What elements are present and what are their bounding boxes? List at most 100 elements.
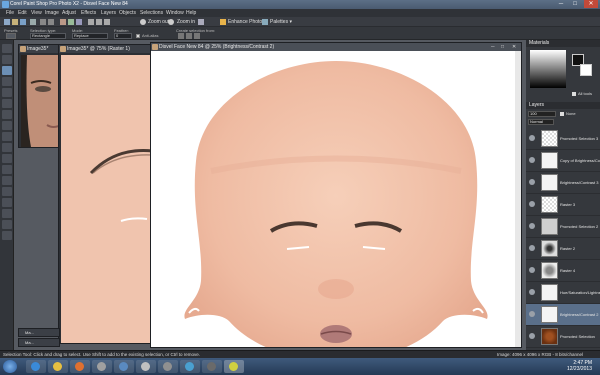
rotate-icon[interactable]: [104, 19, 110, 25]
clone-tool-icon[interactable]: [2, 121, 12, 130]
all-tools-checkbox[interactable]: [572, 92, 576, 96]
opacity-input[interactable]: 100: [528, 111, 556, 117]
mode-select[interactable]: Replace: [72, 33, 108, 39]
layer-item[interactable]: Promoted Selection 3: [526, 128, 600, 150]
eye-icon[interactable]: [529, 135, 535, 141]
layer-item[interactable]: Raster 3: [526, 194, 600, 216]
eye-icon[interactable]: [529, 267, 535, 273]
selection-type-select[interactable]: Rectangle: [30, 33, 66, 39]
taskbar-ie[interactable]: [26, 360, 46, 373]
airbrush-tool-icon[interactable]: [2, 143, 12, 152]
layer-item[interactable]: Promoted Selection 2: [526, 216, 600, 238]
redo-icon[interactable]: [48, 19, 54, 25]
color-picker-gradient[interactable]: [530, 50, 566, 88]
eye-icon[interactable]: [529, 179, 535, 185]
shape-tool-icon[interactable]: [2, 198, 12, 207]
menu-adjust[interactable]: Adjust: [62, 10, 76, 16]
crop-tool-icon[interactable]: [2, 88, 12, 97]
enhance-photo-icon[interactable]: [220, 19, 226, 25]
zoom-out-icon[interactable]: [140, 19, 146, 25]
zoom-in-icon[interactable]: [168, 19, 174, 25]
menu-layers[interactable]: Layers: [101, 10, 116, 16]
eye-icon[interactable]: [529, 245, 535, 251]
feather-input[interactable]: 0: [114, 33, 132, 39]
view-icon[interactable]: [198, 19, 204, 25]
cut-icon[interactable]: [60, 19, 66, 25]
eye-icon[interactable]: [529, 311, 535, 317]
background-color-swatch[interactable]: [580, 64, 592, 76]
layer-item[interactable]: Promoted Selection: [526, 326, 600, 348]
layer-item[interactable]: Copy of Brightness/Contrast: [526, 150, 600, 172]
eye-icon[interactable]: [529, 333, 535, 339]
menu-help[interactable]: Help: [186, 10, 196, 16]
blend-mode-select[interactable]: Normal: [528, 119, 554, 125]
menu-file[interactable]: File: [6, 10, 14, 16]
selection-from-canvas-icon[interactable]: [186, 33, 192, 39]
layer-item[interactable]: Brightness/Contrast 3: [526, 172, 600, 194]
new-icon[interactable]: [4, 19, 10, 25]
paint-brush-tool-icon[interactable]: [2, 132, 12, 141]
selection-from-all-icon[interactable]: [194, 33, 200, 39]
taskbar-app[interactable]: [202, 360, 222, 373]
taskbar-paintshop[interactable]: [224, 360, 244, 373]
zoom-out-button[interactable]: Zoom out: [148, 19, 169, 25]
maximize-button[interactable]: □: [568, 0, 582, 8]
print-icon[interactable]: [30, 19, 36, 25]
enhance-photo-button[interactable]: Enhance Photo ▾: [228, 19, 266, 25]
selection-tool-icon[interactable]: [2, 66, 12, 75]
save-icon[interactable]: [20, 19, 26, 25]
red-eye-tool-icon[interactable]: [2, 110, 12, 119]
taskbar-firefox[interactable]: [70, 360, 90, 373]
eye-icon[interactable]: [529, 223, 535, 229]
image-window-main[interactable]: Disvel Face New 84 @ 25% (Brightness/Con…: [150, 42, 522, 348]
menu-effects[interactable]: Effects: [81, 10, 96, 16]
copy-icon[interactable]: [68, 19, 74, 25]
menu-view[interactable]: View: [31, 10, 42, 16]
minimize-button[interactable]: ─: [554, 0, 568, 8]
layer-item-selected[interactable]: Brightness/Contrast 2: [526, 304, 600, 326]
pen-tool-icon[interactable]: [2, 209, 12, 218]
resize-icon[interactable]: [96, 19, 102, 25]
eye-icon[interactable]: [529, 201, 535, 207]
antialias-checkbox[interactable]: [136, 34, 140, 38]
doc-close-button[interactable]: ✕: [512, 43, 516, 51]
palettes-icon[interactable]: [262, 19, 268, 25]
face-texture-canvas[interactable]: [151, 51, 521, 347]
palettes-button[interactable]: Palettes ▾: [270, 19, 292, 25]
doc-maximize-button[interactable]: □: [501, 43, 504, 51]
taskbar-explorer[interactable]: [48, 360, 68, 373]
layer-item[interactable]: Hue/Saturation/Lightness: [526, 282, 600, 304]
doc-minimize-button[interactable]: ─: [491, 43, 495, 51]
layer-item[interactable]: Raster 4: [526, 260, 600, 282]
menu-window[interactable]: Window: [166, 10, 184, 16]
image-window-middle[interactable]: Image35* @ 75% (Raster 1): [58, 44, 154, 344]
taskbar-app[interactable]: [92, 360, 112, 373]
taskbar-app[interactable]: [158, 360, 178, 373]
straighten-tool-icon[interactable]: [2, 99, 12, 108]
warp-tool-icon[interactable]: [2, 220, 12, 229]
crop-icon[interactable]: [88, 19, 94, 25]
menu-selections[interactable]: Selections: [140, 10, 163, 16]
open-icon[interactable]: [12, 19, 18, 25]
menu-image[interactable]: Image: [45, 10, 59, 16]
text-tool-icon[interactable]: [2, 187, 12, 196]
lighten-darken-tool-icon[interactable]: [2, 154, 12, 163]
clock[interactable]: 2:47 PM 12/23/2013: [567, 360, 592, 372]
paste-icon[interactable]: [76, 19, 82, 25]
eye-icon[interactable]: [529, 289, 535, 295]
pan-tool-icon[interactable]: [2, 44, 12, 53]
eraser-tool-icon[interactable]: [2, 165, 12, 174]
taskbar-app[interactable]: [114, 360, 134, 373]
undo-icon[interactable]: [40, 19, 46, 25]
layer-item[interactable]: Raster 2: [526, 238, 600, 260]
taskbar-app[interactable]: [136, 360, 156, 373]
presets-dropdown[interactable]: [6, 33, 16, 39]
close-button[interactable]: ✕: [584, 0, 598, 8]
selection-from-layer-icon[interactable]: [178, 33, 184, 39]
skin-texture-canvas[interactable]: [61, 55, 154, 343]
flood-fill-tool-icon[interactable]: [2, 176, 12, 185]
taskbar-app[interactable]: [180, 360, 200, 373]
minimized-window-2[interactable]: Ma...: [18, 338, 60, 347]
eye-icon[interactable]: [529, 157, 535, 163]
menu-objects[interactable]: Objects: [119, 10, 136, 16]
